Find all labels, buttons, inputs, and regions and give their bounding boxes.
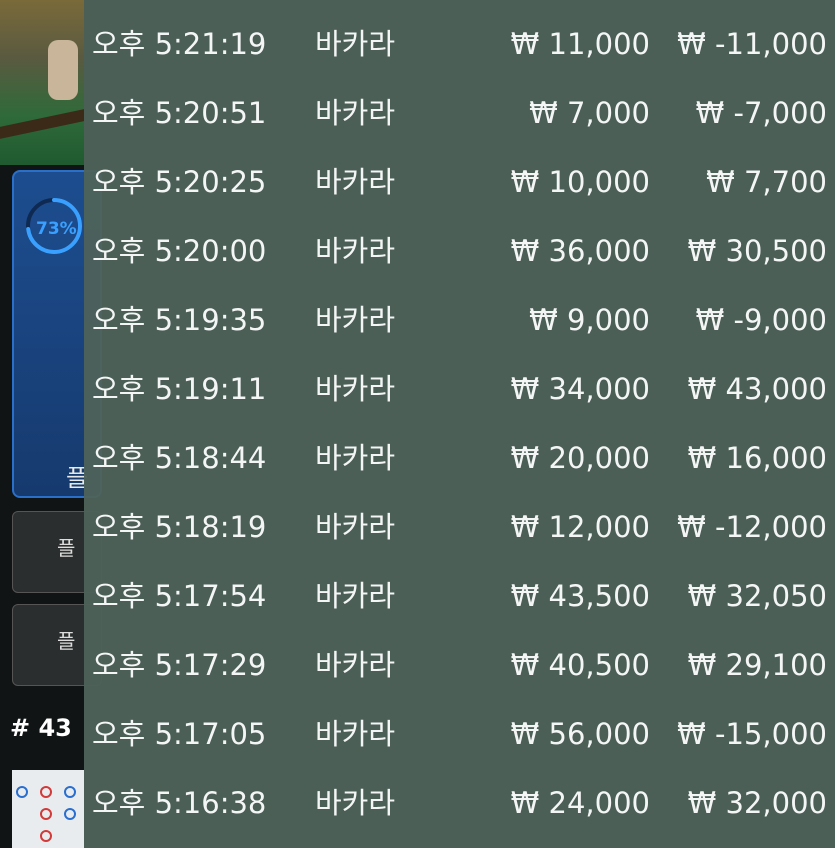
history-bet-amount: ₩ 12,000	[510, 510, 650, 544]
history-bet-amount: ₩ 36,000	[510, 234, 650, 268]
history-row[interactable]: 오후 5:20:25 바카라 ₩ 10,000 ₩ 7,700	[84, 148, 835, 217]
history-row[interactable]: 오후 5:18:19 바카라 ₩ 12,000 ₩ -12,000	[84, 493, 835, 562]
history-result-amount: ₩ -11,000	[677, 27, 827, 61]
history-game: 바카라	[315, 234, 396, 268]
history-time: 오후 5:18:44	[92, 441, 267, 475]
live-video-feed	[0, 0, 84, 165]
history-game: 바카라	[315, 27, 396, 61]
road-dot	[64, 786, 76, 798]
history-bet-amount: ₩ 40,500	[510, 648, 650, 682]
history-row[interactable]: 오후 5:20:00 바카라 ₩ 36,000 ₩ 30,500	[84, 217, 835, 286]
history-game: 바카라	[315, 579, 396, 613]
history-time: 오후 5:21:19	[92, 27, 267, 61]
history-time: 오후 5:16:38	[92, 786, 267, 820]
history-game: 바카라	[315, 510, 396, 544]
history-row[interactable]: 오후 5:19:11 바카라 ₩ 34,000 ₩ 43,000	[84, 355, 835, 424]
history-result-amount: ₩ -15,000	[677, 717, 827, 751]
history-row[interactable]: 오후 5:17:05 바카라 ₩ 56,000 ₩ -15,000	[84, 700, 835, 769]
history-game: 바카라	[315, 441, 396, 475]
history-time: 오후 5:17:05	[92, 717, 267, 751]
history-result-amount: ₩ 30,500	[687, 234, 827, 268]
history-result-amount: ₩ 7,700	[706, 165, 827, 199]
history-row[interactable]: 오후 5:18:44 바카라 ₩ 20,000 ₩ 16,000	[84, 424, 835, 493]
history-time: 오후 5:18:19	[92, 510, 267, 544]
history-time: 오후 5:19:35	[92, 303, 267, 337]
history-game: 바카라	[315, 717, 396, 751]
history-bet-amount: ₩ 43,500	[510, 579, 650, 613]
progress-percent-label: 73%	[36, 219, 77, 239]
history-bet-amount: ₩ 34,000	[510, 372, 650, 406]
history-row[interactable]: 오후 5:16:38 바카라 ₩ 24,000 ₩ 32,000	[84, 769, 835, 838]
player-bonus-label: 플	[57, 536, 76, 560]
road-dot	[16, 786, 28, 798]
bet-history-overlay[interactable]: 오후 5:21:19 바카라 ₩ 11,000 ₩ -11,000 오후 5:20:51…	[84, 0, 835, 848]
history-bet-amount: ₩ 56,000	[510, 717, 650, 751]
history-row[interactable]: 오후 5:17:54 바카라 ₩ 43,500 ₩ 32,050	[84, 562, 835, 631]
table-edge	[0, 109, 84, 139]
history-game: 바카라	[315, 648, 396, 682]
history-result-amount: ₩ 16,000	[687, 441, 827, 475]
history-row[interactable]: 오후 5:21:19 바카라 ₩ 11,000 ₩ -11,000	[84, 10, 835, 79]
history-game: 바카라	[315, 303, 396, 337]
history-result-amount: ₩ -12,000	[677, 510, 827, 544]
history-game: 바카라	[315, 165, 396, 199]
road-dot	[40, 786, 52, 798]
dealer-figure	[48, 40, 78, 100]
history-bet-amount: ₩ 20,000	[510, 441, 650, 475]
road-dot	[40, 830, 52, 842]
history-game: 바카라	[315, 372, 396, 406]
player-pair-label: 플	[57, 629, 76, 653]
history-time: 오후 5:20:25	[92, 165, 267, 199]
history-result-amount: ₩ 32,000	[687, 786, 827, 820]
history-bet-amount: ₩ 10,000	[510, 165, 650, 199]
history-result-amount: ₩ -7,000	[695, 96, 827, 130]
history-bet-amount: ₩ 11,000	[510, 27, 650, 61]
history-time: 오후 5:19:11	[92, 372, 267, 406]
history-bet-amount: ₩ 24,000	[510, 786, 650, 820]
history-result-amount: ₩ -9,000	[695, 303, 827, 337]
history-time: 오후 5:20:00	[92, 234, 267, 268]
road-dot	[40, 808, 52, 820]
history-time: 오후 5:20:51	[92, 96, 267, 130]
round-number: # 43	[10, 714, 72, 742]
history-result-amount: ₩ 29,100	[687, 648, 827, 682]
history-game: 바카라	[315, 96, 396, 130]
history-bet-amount: ₩ 9,000	[529, 303, 650, 337]
history-row[interactable]: 오후 5:20:51 바카라 ₩ 7,000 ₩ -7,000	[84, 79, 835, 148]
history-bet-amount: ₩ 7,000	[529, 96, 650, 130]
history-time: 오후 5:17:29	[92, 648, 267, 682]
bead-road[interactable]	[12, 770, 84, 848]
history-result-amount: ₩ 43,000	[687, 372, 827, 406]
history-game: 바카라	[315, 786, 396, 820]
history-result-amount: ₩ 32,050	[687, 579, 827, 613]
history-row[interactable]: 오후 5:17:29 바카라 ₩ 40,500 ₩ 29,100	[84, 631, 835, 700]
road-dot	[64, 808, 76, 820]
history-time: 오후 5:17:54	[92, 579, 267, 613]
history-row[interactable]: 오후 5:19:35 바카라 ₩ 9,000 ₩ -9,000	[84, 286, 835, 355]
